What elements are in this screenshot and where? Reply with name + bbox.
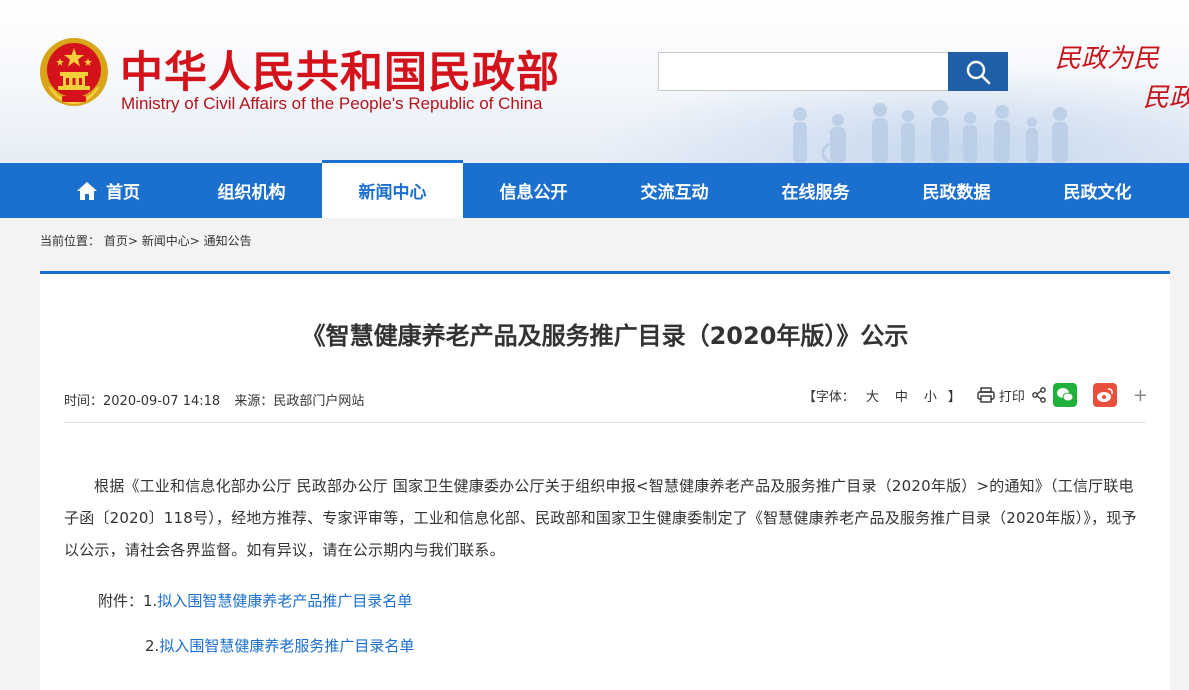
font-size-close: 】 [947, 389, 961, 405]
print-button[interactable]: 打印 [977, 386, 1025, 405]
attachment-1-link[interactable]: 拟入围智慧健康养老产品推广目录名单 [157, 592, 412, 610]
breadcrumb-separator: > [127, 234, 142, 248]
source-value: 民政部门户网站 [273, 394, 365, 409]
breadcrumb: 当前位置： 首页> 新闻中心> 通知公告 [40, 232, 252, 249]
attachment-2: 2.拟入围智慧健康养老服务推广目录名单 [145, 635, 414, 656]
nav-item-interaction[interactable]: 交流互动 [604, 163, 745, 218]
breadcrumb-home-link[interactable]: 首页 [104, 234, 128, 248]
font-size-small-button[interactable]: 小 [924, 386, 937, 405]
nav-item-news-center[interactable]: 新闻中心 [322, 160, 463, 218]
printer-icon [977, 387, 995, 403]
article-meta: 时间：2020-09-07 14:18 来源：民政部门户网站 [64, 390, 364, 409]
nav-label-information-disclosure: 信息公开 [499, 183, 568, 203]
nav-item-organization[interactable]: 组织机构 [181, 163, 322, 218]
attachment-2-link[interactable]: 拟入围智慧健康养老服务推广目录名单 [159, 637, 414, 655]
search-icon [966, 60, 991, 84]
article-tools: 【字体： 大 中 小 】 打印 + [803, 383, 1148, 407]
wechat-share-button[interactable] [1052, 383, 1077, 407]
site-title[interactable]: 中华人民共和国民政部 [120, 38, 560, 100]
nav-item-civil-data[interactable]: 民政数据 [886, 163, 1027, 218]
breadcrumb-news-link[interactable]: 新闻中心 [142, 234, 190, 248]
site-header: 中华人民共和国民政部 Ministry of Civil Affairs of … [0, 0, 1189, 163]
article-body: 根据《工业和信息化部办公厅 民政部办公厅 国家卫生健康委办公厅关于组织申报<智慧… [64, 477, 1137, 559]
nav-item-civil-culture[interactable]: 民政文化 [1027, 163, 1168, 218]
national-emblem-icon [40, 38, 108, 106]
nav-label-civil-culture: 民政文化 [1063, 183, 1132, 203]
share-icon[interactable] [1031, 387, 1047, 403]
nav-label-organization: 组织机构 [217, 183, 286, 203]
slogan-line-2: 民政 [1143, 83, 1189, 113]
meta-divider [64, 422, 1146, 423]
print-label: 打印 [998, 389, 1025, 405]
home-icon [77, 181, 97, 200]
attachment-1: 附件：1.拟入围智慧健康养老产品推广目录名单 [98, 590, 412, 611]
font-size-medium-button[interactable]: 中 [895, 386, 908, 405]
nav-label-civil-data: 民政数据 [922, 183, 991, 203]
article-card: 《智慧健康养老产品及服务推广目录（2020年版）》公示 时间：2020-09-0… [40, 271, 1170, 690]
nav-label-interaction: 交流互动 [640, 183, 709, 203]
weibo-share-button[interactable] [1092, 383, 1117, 407]
attachment-2-number: 2. [145, 637, 160, 655]
nav-label-home: 首页 [106, 183, 140, 203]
attachments-label: 附件： [98, 592, 144, 610]
search-button[interactable] [948, 52, 1008, 91]
breadcrumb-separator: > [189, 234, 204, 248]
site-subtitle: Ministry of Civil Affairs of the People'… [121, 94, 543, 113]
nav-item-home[interactable]: 首页 [0, 163, 181, 218]
attachment-1-number: 1. [143, 592, 158, 610]
wechat-icon [1056, 388, 1074, 402]
nav-item-information-disclosure[interactable]: 信息公开 [463, 163, 604, 218]
nav-item-online-service[interactable]: 在线服务 [745, 163, 886, 218]
slogan-line-1: 民政为民 [1055, 44, 1160, 74]
source-label: 来源： [234, 394, 274, 409]
more-share-icon[interactable]: + [1133, 385, 1148, 406]
search-input[interactable] [658, 52, 948, 91]
time-label: 时间： [64, 394, 104, 409]
time-value: 2020-09-07 14:18 [103, 394, 221, 409]
people-silhouette-decoration [793, 100, 1068, 163]
weibo-icon [1096, 388, 1113, 402]
breadcrumb-notice-link[interactable]: 通知公告 [204, 234, 252, 248]
font-size-label: 【字体： [802, 389, 855, 405]
font-size-large-button[interactable]: 大 [866, 386, 879, 405]
article-title: 《智慧健康养老产品及服务推广目录（2020年版）》公示 [301, 322, 909, 350]
main-nav: 首页 组织机构 新闻中心 信息公开 交流互动 在线服务 民政数据 民政文化 [0, 160, 1189, 218]
nav-label-online-service: 在线服务 [781, 183, 850, 203]
nav-label-news-center: 新闻中心 [358, 183, 427, 203]
breadcrumb-prefix: 当前位置： [40, 234, 101, 248]
